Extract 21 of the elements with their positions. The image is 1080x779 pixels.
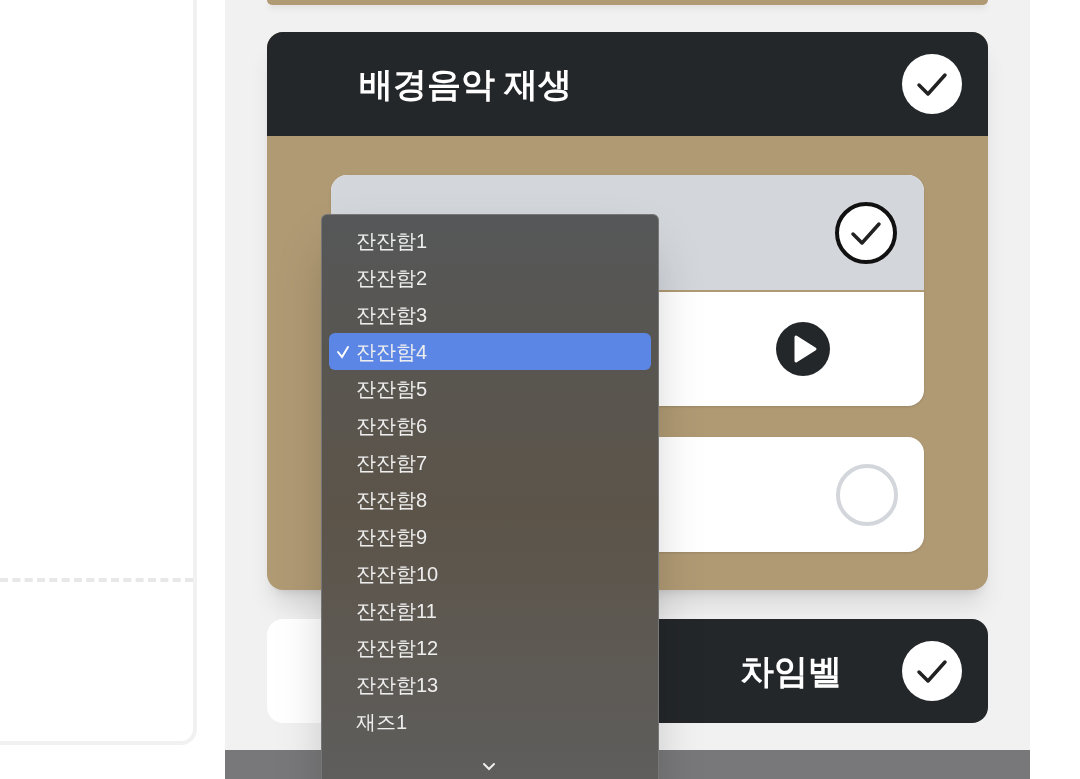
dropdown-item[interactable]: 잔잔함5 xyxy=(329,370,651,407)
check-circle-icon[interactable] xyxy=(834,200,898,265)
section-title: 배경음악 재생 xyxy=(359,63,573,105)
dropdown-item[interactable]: 잔잔함12 xyxy=(329,629,651,666)
dropdown-item[interactable]: 잔잔함9 xyxy=(329,518,651,555)
dropdown-item[interactable]: 잔잔함7 xyxy=(329,444,651,481)
dropdown-item[interactable]: 잔잔함8 xyxy=(329,481,651,518)
dropdown-item[interactable]: 잔잔함11 xyxy=(329,592,651,629)
scroll-down-icon[interactable] xyxy=(482,762,496,772)
dropdown-item[interactable]: 잔잔함1 xyxy=(329,222,651,259)
dropdown-item[interactable]: 재즈1 xyxy=(329,703,651,740)
dropdown-item[interactable]: 잔잔함3 xyxy=(329,296,651,333)
check-circle-icon[interactable] xyxy=(900,639,964,703)
dropdown-item[interactable]: 잔잔함13 xyxy=(329,666,651,703)
check-icon xyxy=(335,344,350,359)
section-title: 차임벨 xyxy=(740,650,842,692)
dropdown-item[interactable]: 잔잔함2 xyxy=(329,259,651,296)
check-circle-icon[interactable] xyxy=(900,52,964,116)
dropdown-item[interactable]: 잔잔함6 xyxy=(329,407,651,444)
play-button-icon[interactable] xyxy=(776,322,830,376)
dropdown-item[interactable]: 잔잔함10 xyxy=(329,555,651,592)
